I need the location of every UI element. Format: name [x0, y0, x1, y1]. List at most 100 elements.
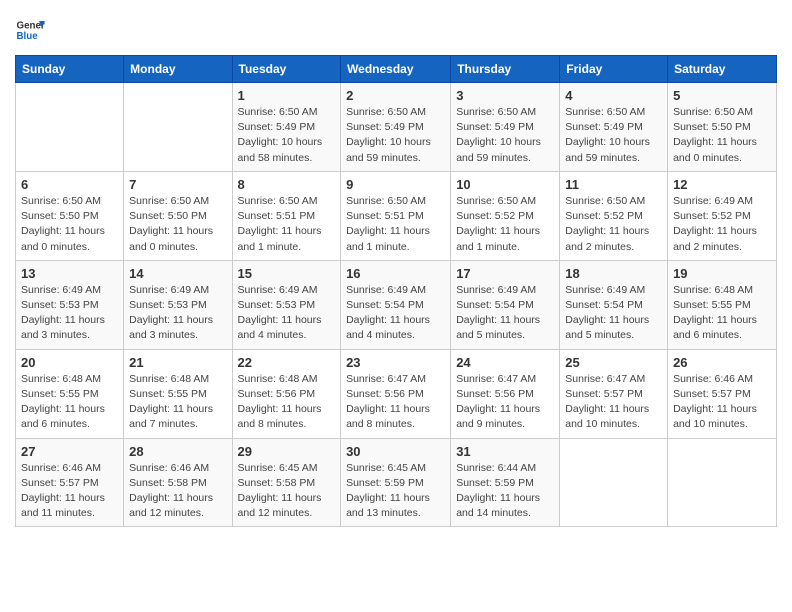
day-detail: Sunrise: 6:50 AM Sunset: 5:52 PM Dayligh… — [565, 194, 662, 255]
calendar-cell: 2 Sunrise: 6:50 AM Sunset: 5:49 PM Daylig… — [341, 83, 451, 172]
day-detail: Sunrise: 6:46 AM Sunset: 5:57 PM Dayligh… — [673, 372, 771, 433]
calendar-week-5: 27 Sunrise: 6:46 AM Sunset: 5:57 PM Dayli… — [16, 438, 777, 527]
day-number: 19 — [673, 266, 771, 281]
day-detail: Sunrise: 6:50 AM Sunset: 5:51 PM Dayligh… — [346, 194, 445, 255]
calendar-week-3: 13 Sunrise: 6:49 AM Sunset: 5:53 PM Dayli… — [16, 260, 777, 349]
calendar-cell: 20Sunrise: 6:48 AM Sunset: 5:55 PM Dayli… — [16, 349, 124, 438]
calendar-cell: 12 Sunrise: 6:49 AM Sunset: 5:52 PM Dayli… — [668, 171, 777, 260]
day-detail: Sunrise: 6:49 AM Sunset: 5:53 PM Dayligh… — [21, 283, 118, 344]
calendar-cell: 1Sunrise: 6:50 AM Sunset: 5:49 PM Daylig… — [232, 83, 341, 172]
day-number: 31 — [456, 444, 554, 459]
day-detail: Sunrise: 6:50 AM Sunset: 5:50 PM Dayligh… — [673, 105, 771, 166]
calendar-cell: 17 Sunrise: 6:49 AM Sunset: 5:54 PM Dayli… — [451, 260, 560, 349]
calendar-table: SundayMondayTuesdayWednesdayThursdayFrid… — [15, 55, 777, 527]
header-wednesday: Wednesday — [341, 56, 451, 83]
calendar-cell: 13 Sunrise: 6:49 AM Sunset: 5:53 PM Dayli… — [16, 260, 124, 349]
calendar-cell: 14 Sunrise: 6:49 AM Sunset: 5:53 PM Dayli… — [124, 260, 232, 349]
header-sunday: Sunday — [16, 56, 124, 83]
day-detail: Sunrise: 6:49 AM Sunset: 5:54 PM Dayligh… — [346, 283, 445, 344]
day-number: 25 — [565, 355, 662, 370]
day-number: 29 — [238, 444, 336, 459]
day-detail: Sunrise: 6:46 AM Sunset: 5:57 PM Dayligh… — [21, 461, 118, 522]
calendar-week-1: 1Sunrise: 6:50 AM Sunset: 5:49 PM Daylig… — [16, 83, 777, 172]
calendar-cell: 24Sunrise: 6:47 AM Sunset: 5:56 PM Dayli… — [451, 349, 560, 438]
calendar-cell: 28Sunrise: 6:46 AM Sunset: 5:58 PM Dayli… — [124, 438, 232, 527]
page-header: General Blue — [15, 15, 777, 45]
day-detail: Sunrise: 6:50 AM Sunset: 5:49 PM Dayligh… — [346, 105, 445, 166]
day-detail: Sunrise: 6:49 AM Sunset: 5:54 PM Dayligh… — [456, 283, 554, 344]
calendar-cell: 8 Sunrise: 6:50 AM Sunset: 5:51 PM Daylig… — [232, 171, 341, 260]
svg-text:Blue: Blue — [17, 31, 39, 42]
day-detail: Sunrise: 6:47 AM Sunset: 5:56 PM Dayligh… — [456, 372, 554, 433]
day-detail: Sunrise: 6:48 AM Sunset: 5:56 PM Dayligh… — [238, 372, 336, 433]
day-number: 18 — [565, 266, 662, 281]
header-tuesday: Tuesday — [232, 56, 341, 83]
calendar-cell: 25Sunrise: 6:47 AM Sunset: 5:57 PM Dayli… — [560, 349, 668, 438]
day-number: 5 — [673, 88, 771, 103]
day-number: 12 — [673, 177, 771, 192]
day-detail: Sunrise: 6:48 AM Sunset: 5:55 PM Dayligh… — [129, 372, 226, 433]
day-number: 4 — [565, 88, 662, 103]
day-number: 15 — [238, 266, 336, 281]
calendar-cell: 7Sunrise: 6:50 AM Sunset: 5:50 PM Daylig… — [124, 171, 232, 260]
day-number: 26 — [673, 355, 771, 370]
day-number: 3 — [456, 88, 554, 103]
day-number: 2 — [346, 88, 445, 103]
calendar-cell: 16 Sunrise: 6:49 AM Sunset: 5:54 PM Dayli… — [341, 260, 451, 349]
day-detail: Sunrise: 6:45 AM Sunset: 5:58 PM Dayligh… — [238, 461, 336, 522]
calendar-cell: 9 Sunrise: 6:50 AM Sunset: 5:51 PM Daylig… — [341, 171, 451, 260]
day-number: 17 — [456, 266, 554, 281]
day-detail: Sunrise: 6:48 AM Sunset: 5:55 PM Dayligh… — [673, 283, 771, 344]
calendar-week-2: 6Sunrise: 6:50 AM Sunset: 5:50 PM Daylig… — [16, 171, 777, 260]
day-detail: Sunrise: 6:50 AM Sunset: 5:49 PM Dayligh… — [456, 105, 554, 166]
calendar-cell: 10 Sunrise: 6:50 AM Sunset: 5:52 PM Dayli… — [451, 171, 560, 260]
calendar-cell — [668, 438, 777, 527]
day-detail: Sunrise: 6:44 AM Sunset: 5:59 PM Dayligh… — [456, 461, 554, 522]
calendar-cell: 27 Sunrise: 6:46 AM Sunset: 5:57 PM Dayli… — [16, 438, 124, 527]
day-number: 10 — [456, 177, 554, 192]
day-number: 21 — [129, 355, 226, 370]
calendar-cell: 5 Sunrise: 6:50 AM Sunset: 5:50 PM Daylig… — [668, 83, 777, 172]
logo: General Blue — [15, 15, 45, 45]
calendar-cell — [124, 83, 232, 172]
calendar-body: 1Sunrise: 6:50 AM Sunset: 5:49 PM Daylig… — [16, 83, 777, 527]
day-detail: Sunrise: 6:49 AM Sunset: 5:52 PM Dayligh… — [673, 194, 771, 255]
day-number: 16 — [346, 266, 445, 281]
day-detail: Sunrise: 6:50 AM Sunset: 5:49 PM Dayligh… — [238, 105, 336, 166]
calendar-cell: 15 Sunrise: 6:49 AM Sunset: 5:53 PM Dayli… — [232, 260, 341, 349]
calendar-cell: 19 Sunrise: 6:48 AM Sunset: 5:55 PM Dayli… — [668, 260, 777, 349]
day-number: 14 — [129, 266, 226, 281]
calendar-week-4: 20Sunrise: 6:48 AM Sunset: 5:55 PM Dayli… — [16, 349, 777, 438]
calendar-cell: 21 Sunrise: 6:48 AM Sunset: 5:55 PM Dayli… — [124, 349, 232, 438]
day-number: 22 — [238, 355, 336, 370]
calendar-cell: 26 Sunrise: 6:46 AM Sunset: 5:57 PM Dayli… — [668, 349, 777, 438]
day-number: 23 — [346, 355, 445, 370]
header-thursday: Thursday — [451, 56, 560, 83]
calendar-cell: 31 Sunrise: 6:44 AM Sunset: 5:59 PM Dayli… — [451, 438, 560, 527]
day-number: 13 — [21, 266, 118, 281]
header-friday: Friday — [560, 56, 668, 83]
calendar-cell — [16, 83, 124, 172]
calendar-header-row: SundayMondayTuesdayWednesdayThursdayFrid… — [16, 56, 777, 83]
header-monday: Monday — [124, 56, 232, 83]
day-detail: Sunrise: 6:49 AM Sunset: 5:53 PM Dayligh… — [238, 283, 336, 344]
calendar-cell: 4 Sunrise: 6:50 AM Sunset: 5:49 PM Daylig… — [560, 83, 668, 172]
day-number: 27 — [21, 444, 118, 459]
day-detail: Sunrise: 6:50 AM Sunset: 5:51 PM Dayligh… — [238, 194, 336, 255]
day-number: 6 — [21, 177, 118, 192]
day-detail: Sunrise: 6:49 AM Sunset: 5:53 PM Dayligh… — [129, 283, 226, 344]
day-number: 8 — [238, 177, 336, 192]
calendar-cell: 29 Sunrise: 6:45 AM Sunset: 5:58 PM Dayli… — [232, 438, 341, 527]
day-detail: Sunrise: 6:47 AM Sunset: 5:56 PM Dayligh… — [346, 372, 445, 433]
calendar-cell — [560, 438, 668, 527]
day-detail: Sunrise: 6:48 AM Sunset: 5:55 PM Dayligh… — [21, 372, 118, 433]
day-detail: Sunrise: 6:50 AM Sunset: 5:52 PM Dayligh… — [456, 194, 554, 255]
calendar-cell: 3 Sunrise: 6:50 AM Sunset: 5:49 PM Daylig… — [451, 83, 560, 172]
day-number: 28 — [129, 444, 226, 459]
calendar-cell: 30Sunrise: 6:45 AM Sunset: 5:59 PM Dayli… — [341, 438, 451, 527]
day-number: 9 — [346, 177, 445, 192]
header-saturday: Saturday — [668, 56, 777, 83]
calendar-cell: 11Sunrise: 6:50 AM Sunset: 5:52 PM Dayli… — [560, 171, 668, 260]
day-detail: Sunrise: 6:50 AM Sunset: 5:49 PM Dayligh… — [565, 105, 662, 166]
day-number: 30 — [346, 444, 445, 459]
